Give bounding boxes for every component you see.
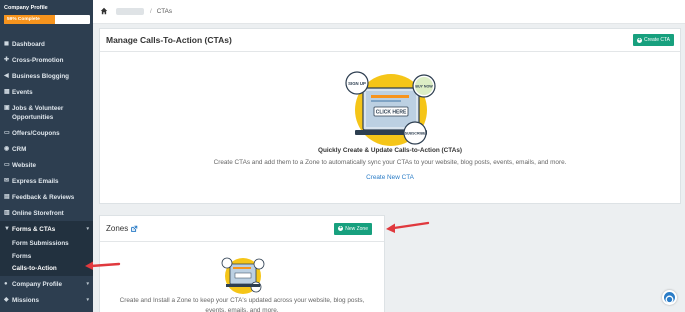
sidebar-item-label: Company Profile <box>12 280 63 288</box>
plus-icon: + <box>338 225 344 231</box>
sidebar-item-label: Dashboard <box>12 40 45 48</box>
filter-icon: ▼ <box>4 226 10 232</box>
zones-panel: Zones + New Zone Create and Install a Zo… <box>99 215 385 312</box>
submenu-item-calls-to-action[interactable]: Calls-to-Action <box>0 263 93 276</box>
dashboard-icon: ◼ <box>4 40 9 47</box>
sidebar-item-label: Cross-Promotion <box>12 56 64 64</box>
page-title: Manage Calls-To-Action (CTAs) <box>106 35 232 45</box>
sidebar-item-missions[interactable]: ◆ Missions ▾ <box>0 292 93 308</box>
sidebar-nav: ◼ Dashboard ✚ Cross-Promotion ◀ Business Blog… <box>0 36 93 308</box>
sidebar-item-label: Website <box>12 161 37 169</box>
chevron-down-icon: ▾ <box>86 296 89 303</box>
zone-illustration <box>221 257 265 294</box>
create-cta-button[interactable]: + Create CTA <box>632 34 674 46</box>
progress-fill: 59% Complete <box>4 15 55 24</box>
briefcase-icon: ▣ <box>4 104 10 111</box>
buy-now-text: BUY NOW <box>415 85 433 89</box>
sidebar-item-label: Online Storefront <box>12 209 64 217</box>
new-zone-button[interactable]: + New Zone <box>334 222 372 235</box>
click-here-text: CLICK HERE <box>376 110 407 116</box>
sidebar: Company Profile 59% Complete ◼ Dashboard ✚… <box>0 0 93 312</box>
breadcrumb: / CTAs <box>100 7 172 15</box>
create-cta-label: Create CTA <box>643 37 670 43</box>
sidebar-item-label: Missions <box>12 296 39 304</box>
breadcrumb-redacted[interactable] <box>116 7 144 15</box>
subscribe-text: SUBSCRIBE <box>405 132 426 136</box>
cta-heading: Quickly Create & Update Calls-to-Action … <box>317 147 463 154</box>
missions-icon: ◆ <box>4 296 9 303</box>
manage-ctas-panel: Manage Calls-To-Action (CTAs) + Create C… <box>99 28 681 204</box>
zones-description: Create and Install a Zone to keep your C… <box>119 297 365 312</box>
external-link-icon[interactable] <box>130 225 138 233</box>
sidebar-item-events[interactable]: ▦ Events <box>0 84 93 100</box>
sidebar-item-forms-ctas[interactable]: ▼ Forms & CTAs ▾ <box>0 221 93 238</box>
profile-progress-bar: 59% Complete <box>4 15 90 24</box>
help-chat-button[interactable] <box>662 290 677 305</box>
cross-promotion-icon: ✚ <box>4 56 10 63</box>
profile-completion[interactable]: Company Profile 59% Complete <box>0 0 93 28</box>
cta-description: Create CTAs and add them to a Zone to au… <box>213 159 567 166</box>
sidebar-item-dashboard[interactable]: ◼ Dashboard <box>0 36 93 52</box>
sidebar-item-label: Express Emails <box>12 177 59 185</box>
calendar-icon: ▦ <box>4 88 10 95</box>
sidebar-item-cross-promotion[interactable]: ✚ Cross-Promotion <box>0 52 93 68</box>
sidebar-item-offers-coupons[interactable]: ▭ Offers/Coupons <box>0 125 93 141</box>
email-icon: ✉ <box>4 177 10 184</box>
sidebar-item-label: Offers/Coupons <box>12 129 60 137</box>
submenu-item-form-submissions[interactable]: Form Submissions <box>0 238 93 251</box>
profile-title: Company Profile <box>4 5 48 11</box>
sidebar-item-company-profile[interactable]: ● Company Profile ▾ <box>0 276 93 292</box>
sidebar-item-online-storefront[interactable]: ▥ Online Storefront <box>0 205 93 221</box>
sidebar-item-label: Business Blogging <box>12 72 70 80</box>
sidebar-item-crm[interactable]: ◉ CRM <box>0 141 93 157</box>
sidebar-item-label: Events <box>12 88 33 96</box>
chevron-down-icon: ▾ <box>86 226 89 232</box>
monitor-icon: ▭ <box>4 161 10 168</box>
breadcrumb-separator: / <box>150 7 152 15</box>
create-new-cta-link[interactable]: Create New CTA <box>100 174 680 181</box>
cta-illustration: CLICK HERE SIGN UP BUY NOW SUBSCRIBE <box>345 71 436 146</box>
new-zone-label: New Zone <box>345 225 368 232</box>
chat-icon <box>665 295 674 304</box>
folder-icon: ▭ <box>4 129 10 136</box>
sidebar-item-jobs-volunteer-opportunities[interactable]: ▣ Jobs & Volunteer Opportunities <box>0 100 93 125</box>
sidebar-item-label: Feedback & Reviews <box>12 193 75 201</box>
megaphone-icon: ◀ <box>4 72 9 79</box>
arrow-to-new-zone <box>386 221 430 233</box>
topbar: / CTAs <box>93 0 685 24</box>
sign-up-text: SIGN UP <box>348 81 366 86</box>
sidebar-item-label: Jobs & Volunteer Opportunities <box>12 104 64 121</box>
map-pin-icon: ● <box>4 280 8 287</box>
submenu-item-forms[interactable]: Forms <box>0 251 93 264</box>
storefront-icon: ▥ <box>4 209 10 216</box>
chevron-down-icon: ▾ <box>86 280 89 287</box>
arrow-to-calls-to-action <box>85 261 121 270</box>
sidebar-item-label: Forms & CTAs <box>12 226 56 233</box>
sidebar-item-website[interactable]: ▭ Website <box>0 157 93 173</box>
crm-icon: ◉ <box>4 145 10 152</box>
sidebar-item-express-emails[interactable]: ✉ Express Emails <box>0 173 93 189</box>
zones-title: Zones <box>106 224 129 233</box>
home-icon[interactable] <box>100 7 108 15</box>
sidebar-item-feedback-reviews[interactable]: ▤ Feedback & Reviews <box>0 189 93 205</box>
forms-ctas-submenu: Form Submissions Forms Calls-to-Action <box>0 238 93 276</box>
breadcrumb-current: CTAs <box>156 7 173 15</box>
sidebar-item-business-blogging[interactable]: ◀ Business Blogging <box>0 68 93 84</box>
sidebar-item-label: CRM <box>12 145 27 153</box>
plus-icon: + <box>636 36 642 43</box>
feedback-icon: ▤ <box>4 193 10 200</box>
